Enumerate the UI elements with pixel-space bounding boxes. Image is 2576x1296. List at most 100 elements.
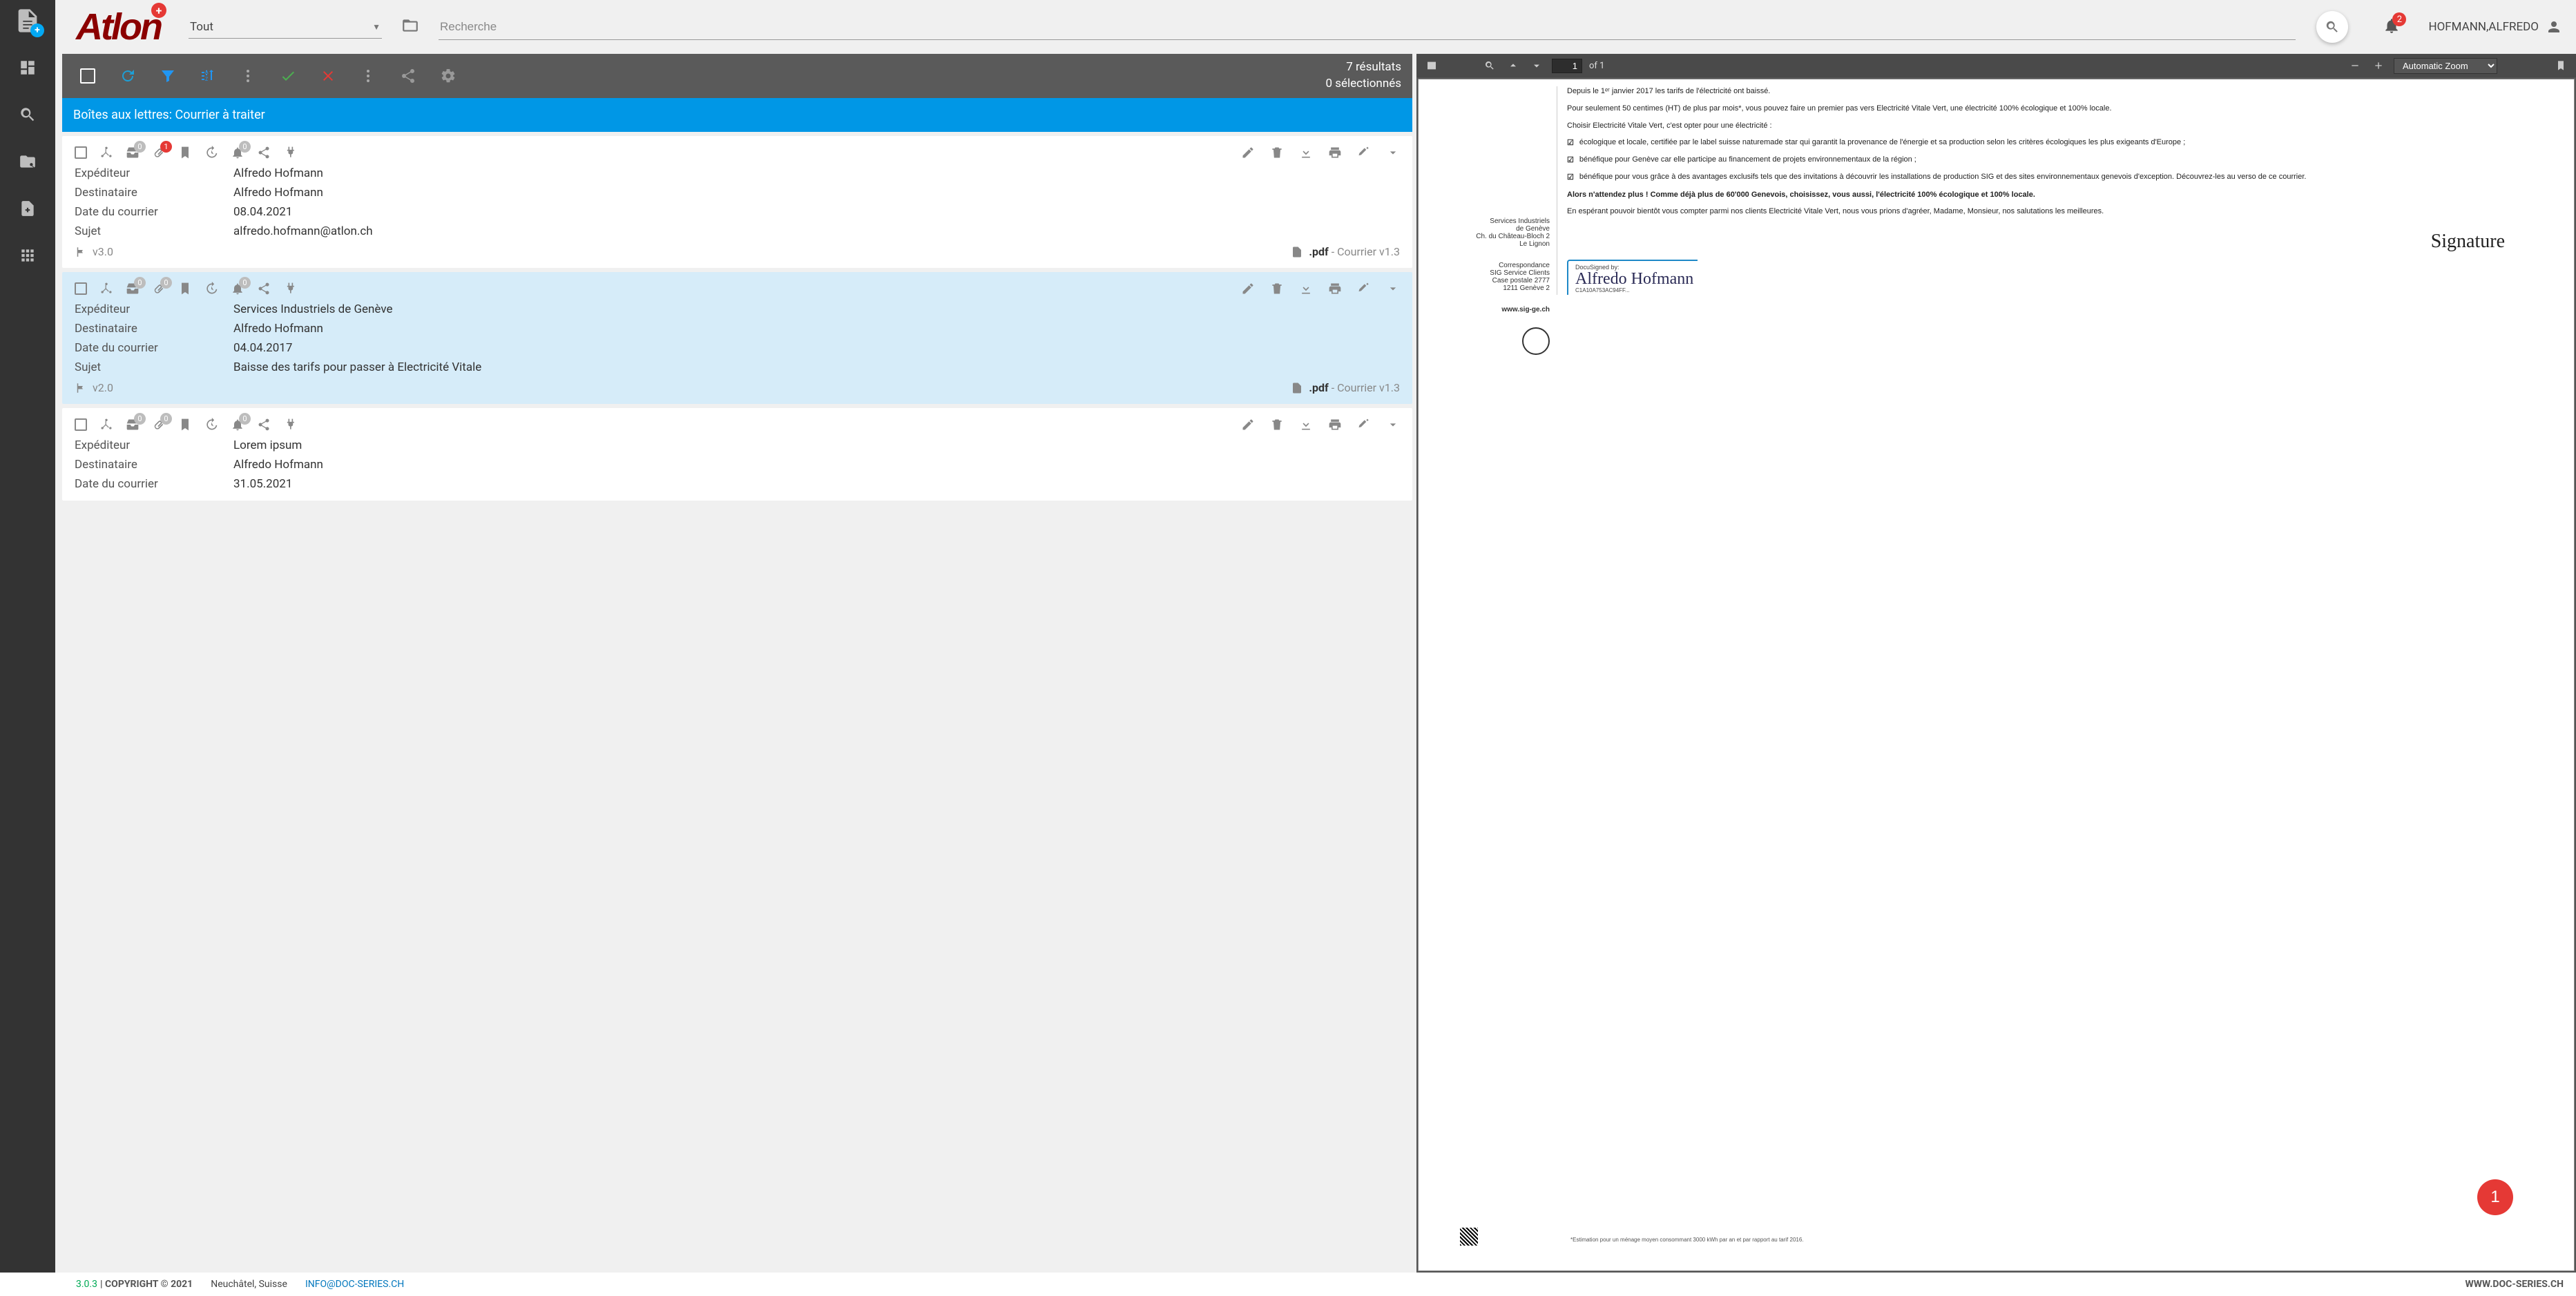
edit-button[interactable]: [1241, 146, 1255, 159]
doc-text: Choisir Electricité Vitale Vert, c'est o…: [1567, 121, 2546, 131]
doc-sender-block1: Services Industriels de Genève Ch. du Ch…: [1439, 217, 1550, 248]
more-options-1[interactable]: [233, 61, 262, 90]
zoom-out-button[interactable]: [2347, 60, 2363, 71]
print-button[interactable]: [1328, 146, 1342, 159]
new-document-button[interactable]: +: [14, 7, 41, 35]
plugin-icon[interactable]: [283, 282, 297, 296]
folder-search-button[interactable]: [14, 148, 41, 175]
download-button[interactable]: [1299, 146, 1313, 159]
plugin-icon[interactable]: [283, 418, 297, 432]
share-button[interactable]: [394, 61, 423, 90]
card-checkbox[interactable]: [75, 282, 87, 295]
tree-icon[interactable]: [99, 282, 113, 296]
field-value: alfredo.hofmann@atlon.ch: [233, 224, 373, 238]
checkmark-icon: ☑: [1567, 138, 1574, 147]
attachment-icon[interactable]: 0: [152, 418, 166, 432]
history-icon[interactable]: [204, 282, 218, 296]
field-label: Date du courrier: [75, 341, 233, 355]
refresh-button[interactable]: [113, 61, 142, 90]
expand-button[interactable]: [1386, 146, 1400, 159]
zoom-select[interactable]: Automatic Zoom: [2394, 58, 2497, 74]
doc-text: Pour seulement 50 centimes (HT) de plus …: [1567, 104, 2546, 114]
settings-button[interactable]: [434, 61, 463, 90]
select-all-checkbox[interactable]: [73, 61, 102, 90]
history-icon[interactable]: [204, 418, 218, 432]
share-icon[interactable]: [257, 418, 271, 432]
next-page-button[interactable]: [1528, 60, 1545, 71]
notifications-button[interactable]: 2: [2383, 17, 2401, 37]
dashboard-button[interactable]: [14, 54, 41, 81]
field-label: Sujet: [75, 224, 233, 238]
person-icon: [2546, 19, 2562, 35]
folder-open-button[interactable]: [401, 17, 419, 37]
share-icon[interactable]: [257, 146, 271, 159]
footer-email[interactable]: INFO@DOC-SERIES.CH: [305, 1279, 404, 1290]
search-zoom-button[interactable]: [14, 101, 41, 128]
user-menu[interactable]: HOFMANN,ALFREDO: [2428, 19, 2562, 35]
bookmark-icon[interactable]: [178, 282, 192, 296]
document-card[interactable]: 010ExpéditeurAlfredo HofmannDestinataire…: [62, 136, 1412, 268]
search-in-doc-button[interactable]: [1481, 60, 1498, 71]
sign-button[interactable]: [1357, 282, 1371, 296]
print-button[interactable]: [1328, 418, 1342, 432]
chevron-down-icon: ▼: [372, 22, 381, 32]
doc-text: bénéfique pour Genève car elle participe…: [1579, 155, 1916, 164]
search-input[interactable]: [439, 14, 2296, 40]
field-label: Destinataire: [75, 322, 233, 336]
more-options-2[interactable]: [354, 61, 383, 90]
delete-button[interactable]: [1270, 418, 1284, 432]
attachment-icon[interactable]: 0: [152, 282, 166, 296]
inbox-icon[interactable]: 0: [126, 146, 140, 159]
download-button[interactable]: [1299, 418, 1313, 432]
sign-button[interactable]: [1357, 146, 1371, 159]
sign-button[interactable]: [1357, 418, 1371, 432]
zoom-in-button[interactable]: [2370, 60, 2387, 71]
annotation-marker[interactable]: 1: [2477, 1179, 2513, 1215]
bookmark-icon[interactable]: [178, 418, 192, 432]
delete-button[interactable]: [1270, 282, 1284, 296]
prev-page-button[interactable]: [1505, 60, 1521, 71]
tree-icon[interactable]: [99, 418, 113, 432]
inbox-icon[interactable]: 0: [126, 282, 140, 296]
bookmark-icon[interactable]: [178, 146, 192, 159]
download-button[interactable]: [1299, 282, 1313, 296]
sort-button[interactable]: AZ: [193, 61, 222, 90]
selected-count: 0 sélectionnés: [1325, 76, 1401, 93]
stamp-icon: [1522, 327, 1550, 355]
sidebar-toggle-button[interactable]: [1423, 60, 1440, 71]
logo: Atlon +: [76, 8, 161, 46]
list-toolbar: AZ 7 résultats 0 sélectionnés: [62, 54, 1412, 98]
delete-button[interactable]: [1270, 146, 1284, 159]
alert-icon[interactable]: 0: [231, 146, 244, 159]
inbox-icon[interactable]: 0: [126, 418, 140, 432]
edit-button[interactable]: [1241, 418, 1255, 432]
document-card[interactable]: 000ExpéditeurLorem ipsumDestinataireAlfr…: [62, 408, 1412, 501]
category-dropdown[interactable]: Tout ▼: [189, 16, 382, 39]
reject-button[interactable]: [314, 61, 343, 90]
doc-text: Depuis le 1ᵉʳ janvier 2017 les tarifs de…: [1567, 86, 2546, 97]
expand-button[interactable]: [1386, 282, 1400, 296]
document-list[interactable]: 010ExpéditeurAlfredo HofmannDestinataire…: [62, 132, 1412, 1273]
filter-button[interactable]: [153, 61, 182, 90]
bookmark-button[interactable]: [2553, 60, 2569, 71]
alert-icon[interactable]: 0: [231, 282, 244, 296]
share-icon[interactable]: [257, 282, 271, 296]
alert-icon[interactable]: 0: [231, 418, 244, 432]
card-checkbox[interactable]: [75, 146, 87, 159]
expand-button[interactable]: [1386, 418, 1400, 432]
tree-icon[interactable]: [99, 146, 113, 159]
approve-button[interactable]: [273, 61, 302, 90]
card-checkbox[interactable]: [75, 418, 87, 431]
attachment-icon[interactable]: 1: [152, 146, 166, 159]
search-button[interactable]: [2316, 11, 2348, 43]
add-file-button[interactable]: [14, 195, 41, 222]
history-icon[interactable]: [204, 146, 218, 159]
edit-button[interactable]: [1241, 282, 1255, 296]
doc-footnote: *Estimation pour un ménage moyen consomm…: [1570, 1237, 1804, 1243]
print-button[interactable]: [1328, 282, 1342, 296]
page-input[interactable]: [1552, 59, 1582, 73]
document-card[interactable]: 000ExpéditeurServices Industriels de Gen…: [62, 272, 1412, 404]
footer-site[interactable]: WWW.DOC-SERIES.CH: [2466, 1279, 2564, 1290]
grid-button[interactable]: [14, 242, 41, 269]
plugin-icon[interactable]: [283, 146, 297, 159]
